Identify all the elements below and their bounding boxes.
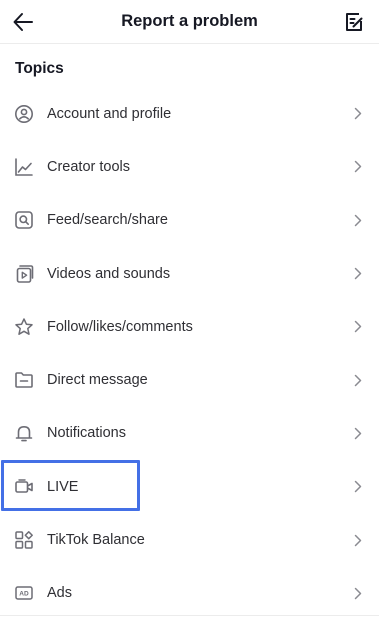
chevron-right-icon: [352, 480, 364, 494]
video-play-icon: [13, 263, 35, 285]
topic-label: Account and profile: [47, 105, 172, 122]
topic-item-account-and-profile[interactable]: Account and profile: [0, 87, 379, 140]
topic-label: Follow/likes/comments: [47, 318, 193, 335]
edit-note-icon: [346, 13, 363, 31]
star-icon: [13, 316, 35, 338]
topic-label: TikTok Balance: [47, 532, 145, 549]
chevron-right-icon: [352, 107, 364, 121]
divider: [0, 615, 379, 616]
live-camera-icon: [13, 476, 35, 498]
search-square-icon: [13, 209, 35, 231]
topic-item-ads[interactable]: AD Ads: [0, 567, 379, 620]
line-chart-icon: [13, 156, 35, 178]
topic-label: Videos and sounds: [47, 265, 171, 282]
topic-item-tiktok-balance[interactable]: TikTok Balance: [0, 513, 379, 566]
topic-label: Direct message: [47, 372, 148, 389]
user-circle-icon: [13, 103, 35, 125]
topic-item-direct-message[interactable]: Direct message: [0, 353, 379, 406]
topic-label: Ads: [47, 585, 72, 602]
topic-item-notifications[interactable]: Notifications: [0, 407, 379, 460]
topics-list: Account and profile Creator tools Feed/s…: [0, 87, 379, 620]
chevron-right-icon: [352, 373, 364, 387]
top-bar: Report a problem: [0, 0, 379, 44]
chevron-right-icon: [352, 160, 364, 174]
chevron-right-icon: [352, 213, 364, 227]
grid-apps-icon: [13, 529, 35, 551]
topic-label: Feed/search/share: [47, 212, 168, 229]
message-folder-icon: [13, 369, 35, 391]
topic-item-creator-tools[interactable]: Creator tools: [0, 140, 379, 193]
topic-item-videos-and-sounds[interactable]: Videos and sounds: [0, 247, 379, 300]
svg-text:AD: AD: [19, 591, 29, 598]
section-title-topics: Topics: [15, 60, 64, 77]
chevron-right-icon: [352, 586, 364, 600]
edit-note-button[interactable]: [341, 9, 367, 35]
topic-item-follow-likes-comments[interactable]: Follow/likes/comments: [0, 300, 379, 353]
bell-icon: [13, 422, 35, 444]
chevron-right-icon: [352, 320, 364, 334]
chevron-right-icon: [352, 426, 364, 440]
page-title: Report a problem: [121, 12, 258, 30]
chevron-right-icon: [352, 267, 364, 281]
chevron-right-icon: [352, 533, 364, 547]
topic-label: Notifications: [47, 425, 126, 442]
topic-label: LIVE: [47, 478, 79, 495]
back-button[interactable]: [10, 9, 36, 35]
topic-item-feed-search-share[interactable]: Feed/search/share: [0, 194, 379, 247]
topic-label: Creator tools: [47, 158, 131, 175]
topic-item-live[interactable]: LIVE: [0, 460, 379, 513]
ad-badge-icon: AD: [13, 582, 35, 604]
arrow-left-icon: [13, 13, 33, 31]
